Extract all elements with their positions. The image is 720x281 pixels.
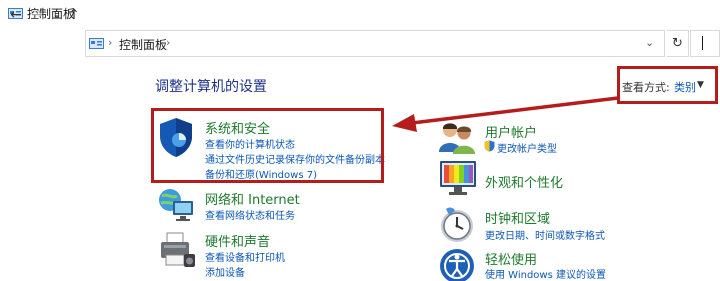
printer-icon	[161, 232, 195, 267]
link-change-date-time[interactable]: 更改日期、时间或数字格式	[485, 227, 605, 242]
uac-shield-icon	[484, 140, 495, 152]
forward-button[interactable]: →	[28, 0, 46, 30]
search-input[interactable]	[690, 30, 720, 57]
refresh-button[interactable]: ↻	[667, 30, 689, 57]
link-network-status[interactable]: 查看网络状态和任务	[205, 207, 295, 222]
annotation-arrow-icon	[392, 96, 619, 132]
text-caret	[702, 36, 703, 50]
page-heading: 调整计算机的设置	[155, 79, 267, 95]
category-title-appearance[interactable]: 外观和个性化	[485, 172, 563, 191]
title-bar	[0, 0, 720, 28]
link-devices-printers[interactable]: 查看设备和打印机	[205, 249, 285, 264]
link-change-account-type[interactable]: 更改帐户类型	[497, 140, 557, 155]
breadcrumb-separator[interactable]: ›	[166, 36, 170, 49]
address-bar[interactable]	[85, 30, 665, 57]
breadcrumb-item-control-panel[interactable]: 控制面板	[119, 36, 167, 53]
breadcrumb-separator[interactable]: ›	[108, 36, 112, 49]
view-by-highlight-box	[617, 66, 718, 104]
up-button[interactable]: ↑	[66, 0, 82, 30]
link-recommended-settings[interactable]: 使用 Windows 建议的设置	[485, 266, 606, 281]
link-add-device[interactable]: 添加设备	[205, 264, 245, 279]
recent-locations-button[interactable]: ⌄	[50, 0, 64, 30]
address-dropdown-icon[interactable]: ⌄	[645, 36, 654, 49]
accessibility-icon	[440, 249, 474, 281]
monitor-icon	[440, 161, 476, 195]
category-title-hardware-sound[interactable]: 硬件和声音	[205, 231, 270, 250]
clock-icon	[441, 207, 473, 242]
back-button[interactable]: ←	[6, 0, 26, 30]
network-icon	[159, 189, 193, 221]
system-security-highlight-box	[151, 108, 384, 183]
category-title-network-internet[interactable]: 网络和 Internet	[205, 189, 300, 208]
category-title-clock-region[interactable]: 时钟和区域	[485, 208, 550, 227]
control-panel-icon	[89, 38, 104, 49]
